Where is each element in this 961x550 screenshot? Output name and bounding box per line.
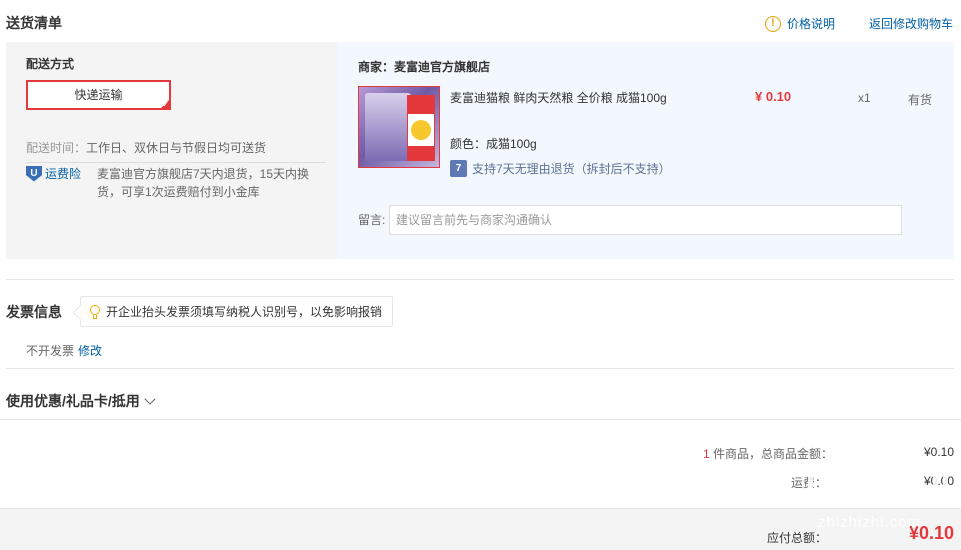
section-title-delivery-list: 送货清单 — [6, 15, 62, 31]
coupon-title-label: 使用优惠/礼品卡/抵用 — [6, 393, 140, 409]
freight-insurance-link[interactable]: U 运费险 — [26, 165, 81, 182]
section-divider — [6, 368, 954, 369]
freight-insurance-label: 运费险 — [45, 167, 82, 181]
section-divider — [0, 419, 961, 420]
note-input[interactable] — [389, 205, 902, 235]
merchant-name: 商家：麦富迪官方旗舰店 — [358, 60, 491, 74]
section-divider — [6, 279, 954, 280]
summary-item-count-label: 件商品，总商品金额： — [709, 447, 833, 461]
back-to-cart-link[interactable]: 返回修改购物车 — [869, 15, 953, 32]
product-quantity: x1 — [858, 91, 871, 105]
product-price: ¥ 0.10 — [755, 89, 792, 104]
delivery-method-label: 配送方式 — [26, 57, 75, 71]
freight-insurance-description: 麦富迪官方旗舰店7天内退货，15天内换货，可享1次运费赔付到小金库 — [97, 167, 310, 199]
delivery-time: 配送时间：工作日、双休日与节假日均可送货 — [26, 139, 266, 156]
invoice-status: 不开发票 修改 — [26, 342, 102, 359]
checkmark-icon: ✓ — [162, 100, 169, 109]
invoice-edit-link[interactable]: 修改 — [78, 342, 102, 359]
lightbulb-icon — [89, 304, 101, 319]
payable-label: 应付总额： — [766, 531, 827, 545]
product-color: 颜色：成猫100g — [450, 137, 537, 151]
express-shipping-option[interactable]: 快递运输 ✓ — [26, 80, 171, 110]
delivery-divider — [26, 162, 326, 163]
summary-item-count: 1 件商品，总商品金额： — [703, 445, 833, 462]
invoice-tip-text: 开企业抬头发票须填写纳税人识别号，以免影响报销 — [106, 305, 383, 319]
product-image[interactable] — [358, 86, 440, 168]
price-note-link[interactable]: ! 价格说明 — [765, 15, 835, 32]
product-bag-graphic — [365, 93, 411, 161]
price-note-label: 价格说明 — [787, 17, 836, 31]
section-title-invoice: 发票信息 — [6, 304, 62, 320]
return-policy-text: 支持7天无理由退货（拆封后不支持） — [472, 162, 671, 176]
payable-amount: ¥0.10 — [908, 523, 954, 543]
summary-freight-label: 运费： — [790, 476, 827, 490]
delivery-time-value: 工作日、双休日与节假日均可送货 — [86, 141, 267, 155]
delivery-time-label: 配送时间： — [26, 141, 87, 155]
exclamation-circle-icon: ! — [765, 15, 781, 32]
express-shipping-label: 快递运输 — [74, 88, 123, 102]
invoice-status-value: 不开发票 — [26, 344, 75, 358]
summary-goods-amount: ¥0.10 — [923, 445, 954, 459]
invoice-tip: 开企业抬头发票须填写纳税人识别号，以免影响报销 — [80, 296, 394, 327]
seven-day-return-icon: 7 — [450, 160, 467, 177]
chevron-down-icon — [144, 393, 156, 405]
shield-icon: U — [26, 165, 42, 182]
summary-item-count-number: 1 — [702, 447, 710, 461]
return-policy: 7 支持7天无理由退货（拆封后不支持） — [450, 160, 671, 177]
note-label: 留言: — [358, 213, 386, 227]
product-stock-status: 有货 — [908, 93, 933, 107]
summary-freight-amount: ¥0.00 — [923, 474, 954, 488]
product-promo-tag-graphic — [407, 95, 435, 161]
coupon-toggle[interactable]: 使用优惠/礼品卡/抵用 — [6, 391, 156, 411]
product-name-link[interactable]: 麦富迪猫粮 鲜肉天然粮 全价粮 成猫100g — [450, 89, 667, 106]
